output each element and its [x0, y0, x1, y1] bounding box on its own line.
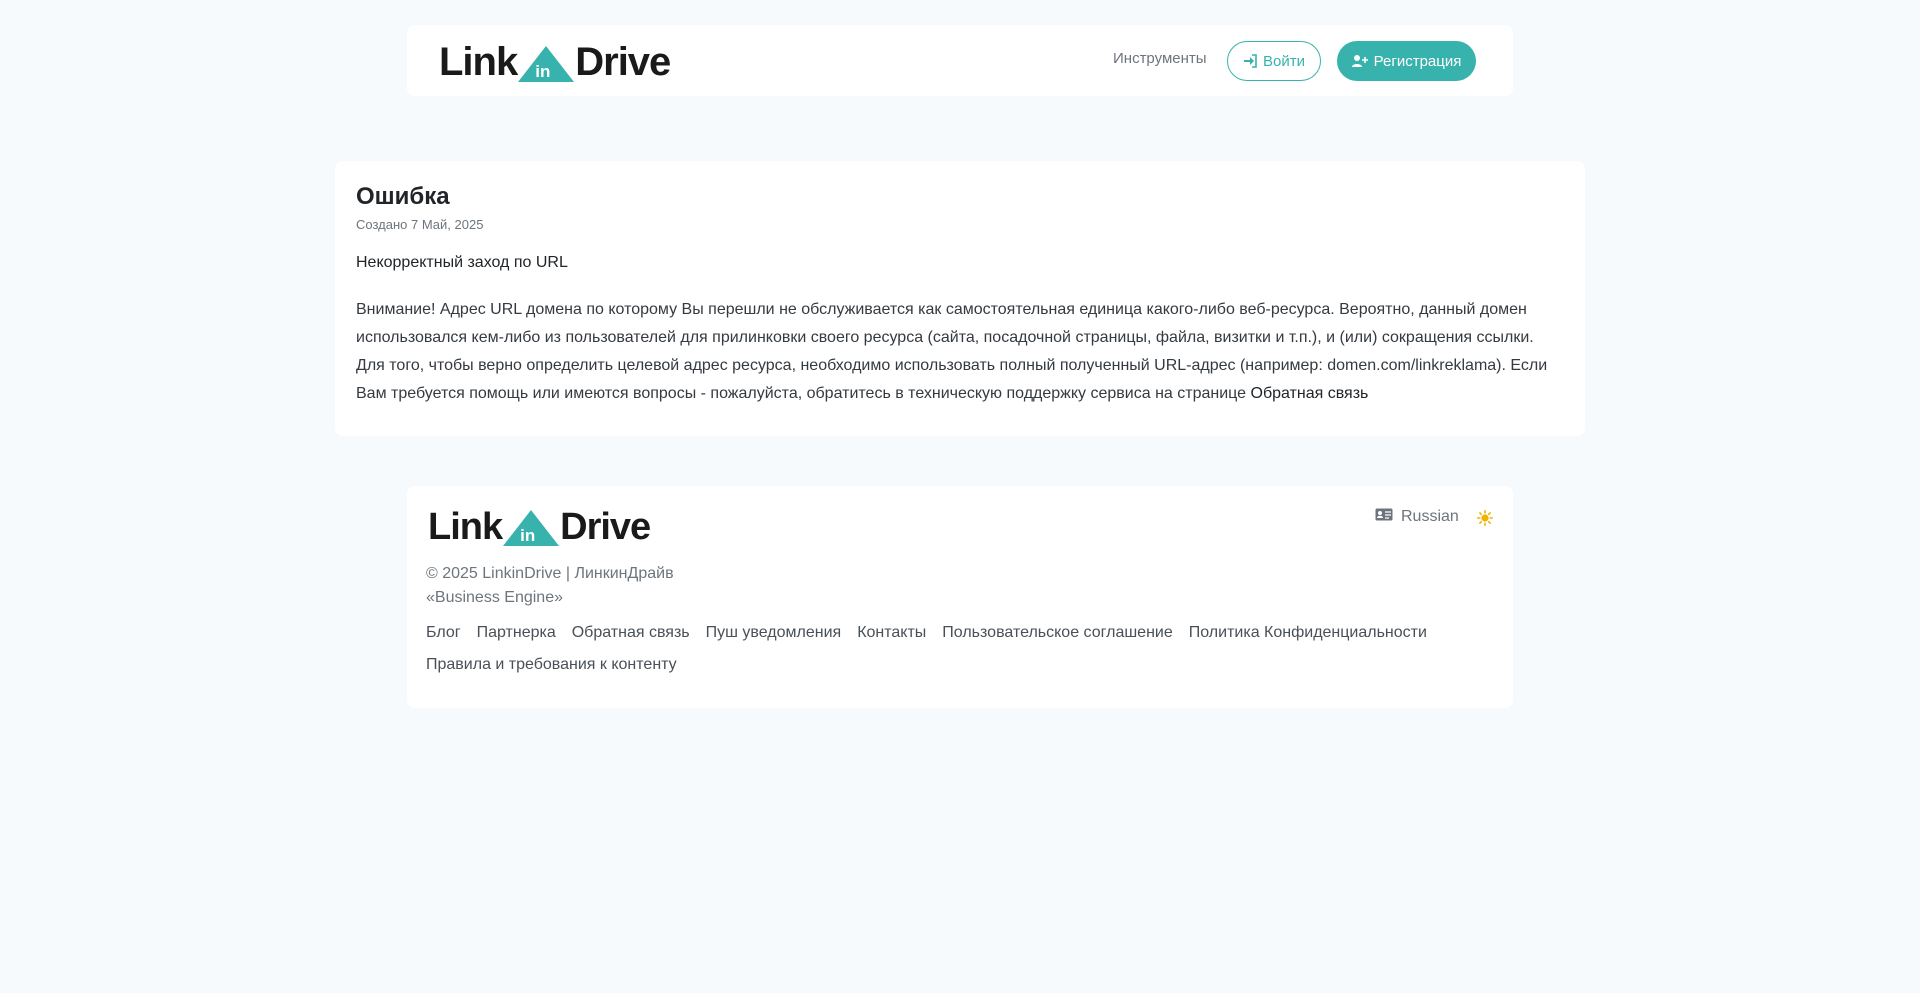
error-paragraph: Внимание! Адрес URL домена по которому В… [356, 301, 1548, 402]
copyright: © 2025 LinkinDrive | ЛинкинДрайв «Busine… [426, 562, 674, 610]
user-plus-icon [1351, 54, 1368, 68]
error-lead: Некорректный заход по URL [356, 254, 568, 271]
footer-link-agreement[interactable]: Пользовательское соглашение [942, 624, 1172, 642]
footer-logo[interactable]: Link in Drive [428, 506, 651, 548]
footer-link-content-rules[interactable]: Правила и требования к контенту [426, 656, 677, 674]
id-card-icon [1375, 508, 1393, 526]
language-selector[interactable]: Russian [1375, 508, 1459, 526]
logo-text-link: Link [439, 40, 518, 84]
footer-link-partner[interactable]: Партнерка [477, 624, 556, 642]
copyright-tagline: «Business Engine» [426, 589, 563, 606]
footer-links: Блог Партнерка Обратная связь Пуш уведом… [426, 624, 1486, 688]
logo-triangle-icon: in [503, 508, 560, 546]
error-card: Ошибка Создано 7 Май, 2025 Некорректный … [335, 161, 1585, 436]
footer-link-push[interactable]: Пуш уведомления [706, 624, 842, 642]
footer-link-feedback[interactable]: Обратная связь [572, 624, 690, 642]
login-label: Войти [1263, 52, 1305, 70]
sign-in-icon [1243, 54, 1257, 68]
footer-links-row: Блог Партнерка Обратная связь Пуш уведом… [426, 624, 1486, 642]
logo-text-drive: Drive [575, 40, 671, 84]
logo-text-link: Link [428, 506, 503, 548]
copyright-line: © 2025 LinkinDrive | ЛинкинДрайв [426, 565, 674, 582]
logo-text-in: in [520, 526, 536, 545]
feedback-link[interactable]: Обратная связь [1251, 385, 1369, 402]
sun-icon[interactable] [1477, 510, 1493, 531]
footer-link-privacy[interactable]: Политика Конфиденциальности [1189, 624, 1427, 642]
site-header: Link in Drive Инструменты Войти Регистра… [407, 25, 1513, 96]
page-title: Ошибка [356, 183, 450, 210]
logo-text-in: in [535, 62, 551, 81]
footer-link-blog[interactable]: Блог [426, 624, 461, 642]
footer-link-contacts[interactable]: Контакты [857, 624, 926, 642]
nav-tools-link[interactable]: Инструменты [1113, 50, 1207, 67]
language-label: Russian [1401, 508, 1459, 525]
register-button[interactable]: Регистрация [1337, 41, 1476, 81]
site-footer: Link in Drive © 2025 LinkinDrive | Линки… [407, 486, 1513, 708]
logo-text-drive: Drive [560, 506, 651, 548]
register-label: Регистрация [1373, 52, 1462, 70]
footer-links-row: Правила и требования к контенту [426, 656, 1486, 674]
error-description: Внимание! Адрес URL домена по которому В… [356, 296, 1564, 408]
logo-triangle-icon: in [518, 44, 575, 82]
header-logo[interactable]: Link in Drive [439, 40, 671, 84]
login-button[interactable]: Войти [1227, 41, 1321, 81]
created-date: Создано 7 Май, 2025 [356, 217, 484, 232]
